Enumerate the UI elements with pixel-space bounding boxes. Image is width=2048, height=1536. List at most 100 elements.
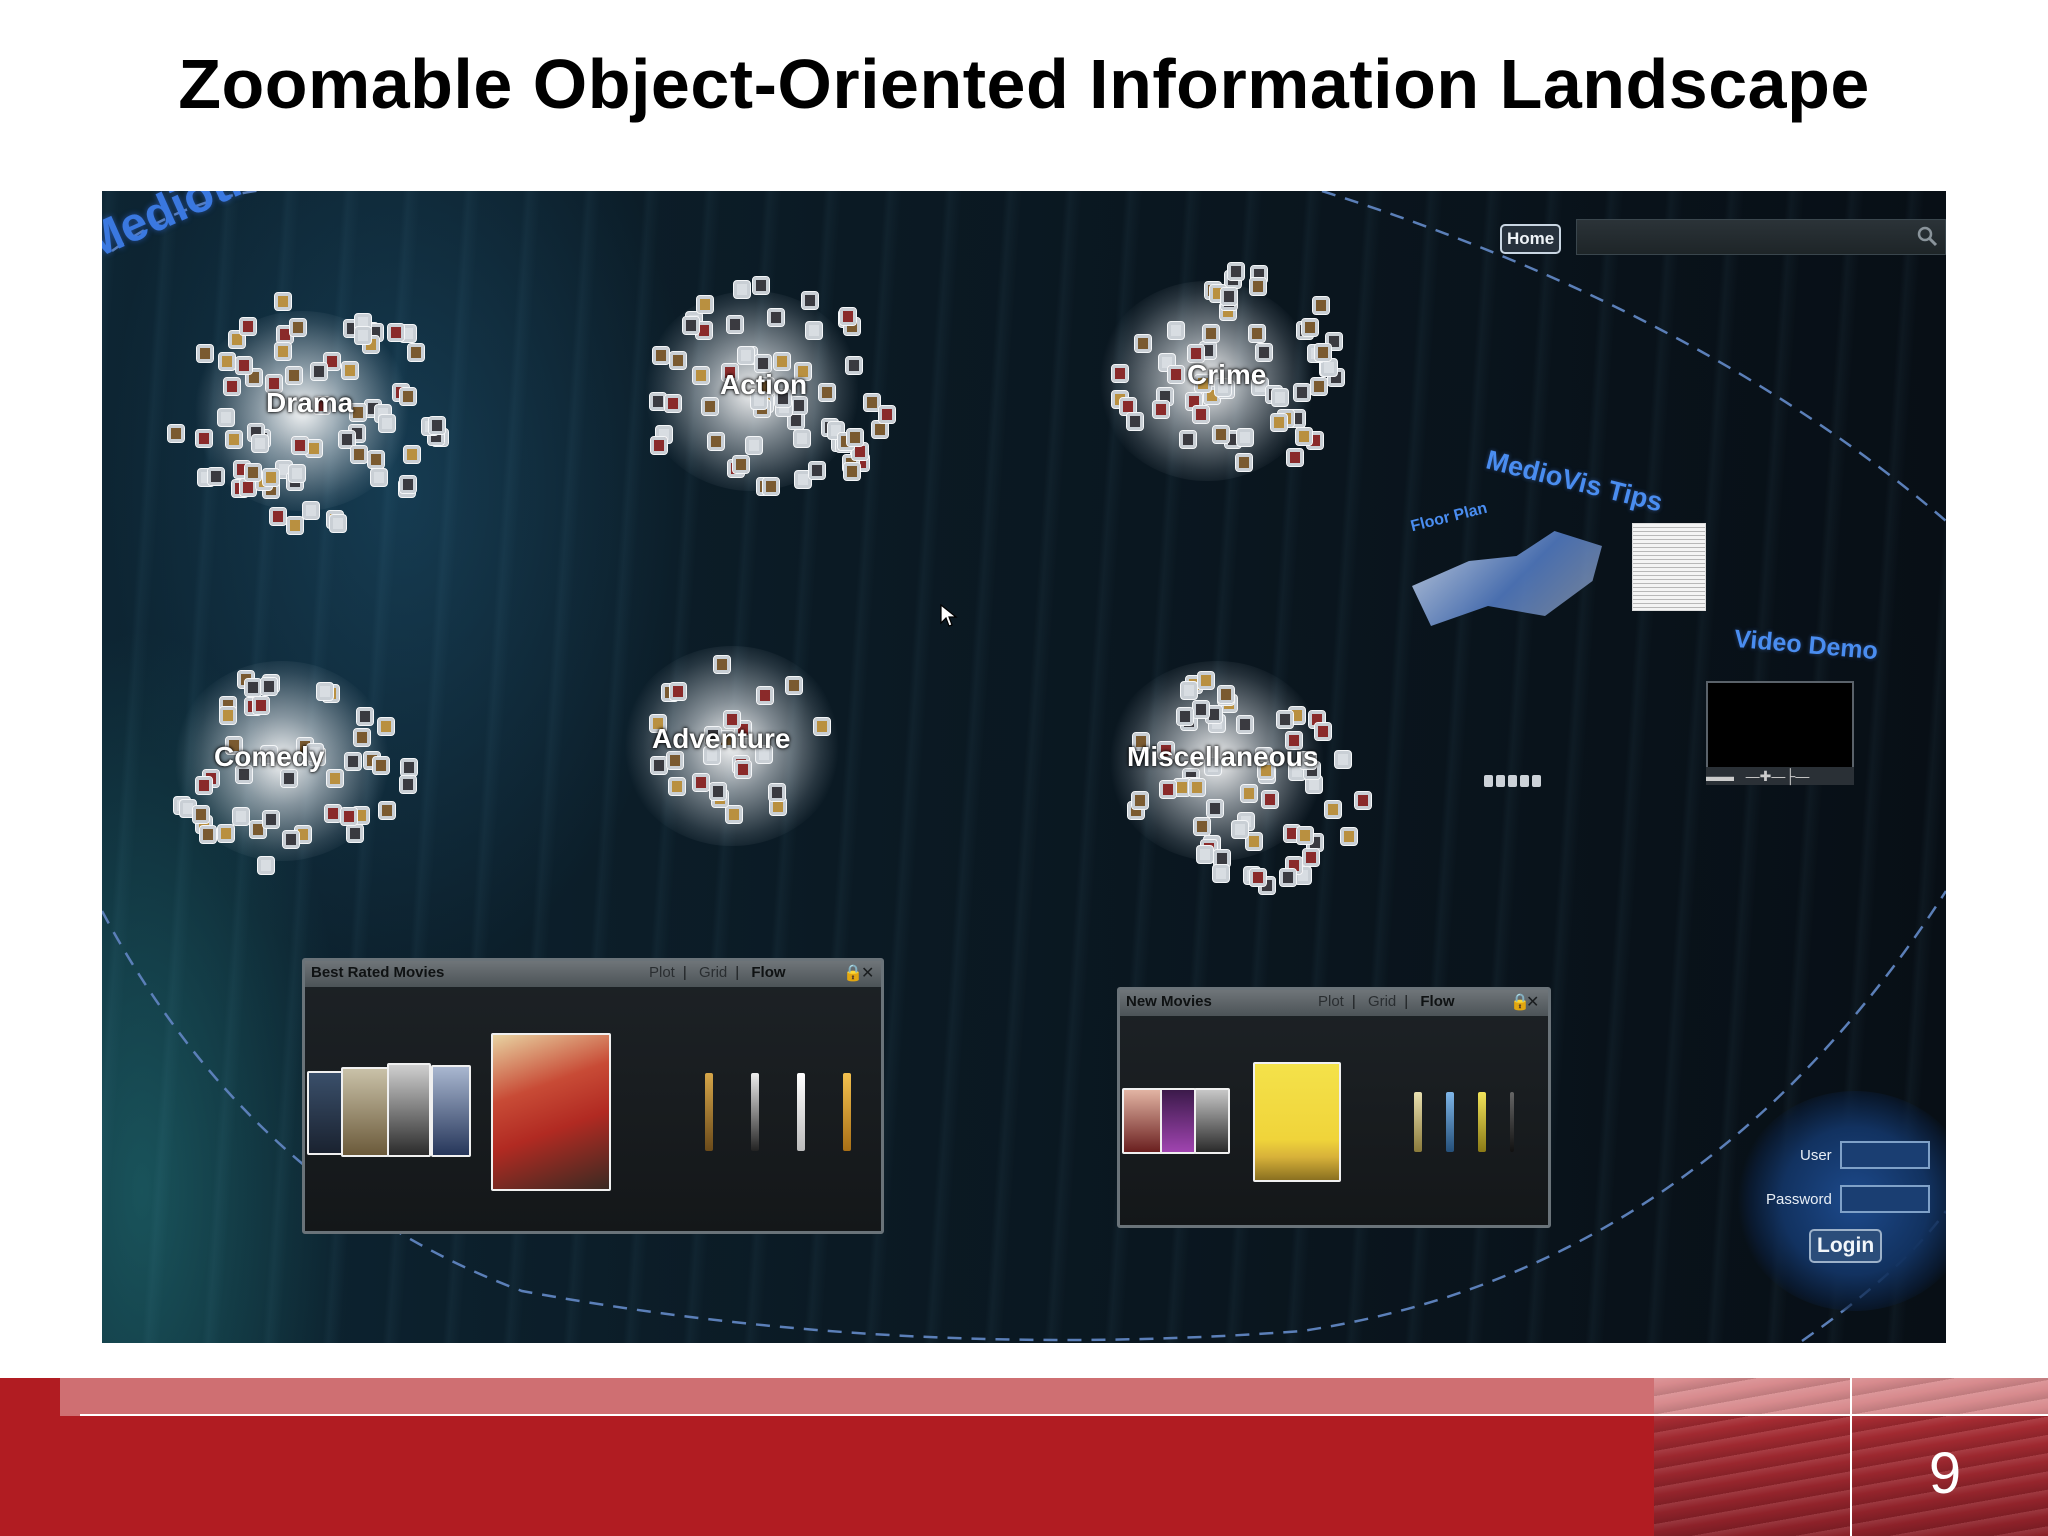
media-thumbnail[interactable] bbox=[668, 351, 687, 371]
media-thumbnail[interactable] bbox=[1220, 286, 1239, 306]
media-thumbnail[interactable] bbox=[1275, 709, 1294, 729]
media-thumbnail[interactable] bbox=[1180, 681, 1198, 701]
media-thumbnail[interactable] bbox=[696, 295, 715, 315]
view-grid[interactable]: Grid bbox=[1368, 993, 1396, 1010]
media-thumbnail[interactable] bbox=[785, 675, 804, 695]
media-thumbnail[interactable] bbox=[310, 362, 329, 382]
view-flow[interactable]: Flow bbox=[751, 964, 785, 981]
media-thumbnail[interactable] bbox=[1248, 868, 1267, 887]
home-button[interactable]: Home bbox=[1500, 224, 1562, 254]
media-thumbnail[interactable] bbox=[1192, 817, 1211, 837]
movie-cover-featured[interactable] bbox=[491, 1033, 611, 1191]
media-thumbnail[interactable] bbox=[198, 824, 217, 844]
media-thumbnail[interactable] bbox=[1235, 715, 1254, 735]
media-thumbnail[interactable] bbox=[708, 781, 727, 801]
media-thumbnail[interactable] bbox=[206, 466, 225, 486]
movie-spine[interactable] bbox=[1510, 1092, 1514, 1152]
media-thumbnail[interactable] bbox=[1202, 324, 1221, 344]
cluster-label-miscellaneous[interactable]: Miscellaneous bbox=[1127, 741, 1318, 773]
panel-header[interactable]: Best Rated Movies Plot | Grid | Flow 🔒 ✕ bbox=[305, 961, 881, 987]
media-thumbnail[interactable] bbox=[346, 824, 365, 844]
media-thumbnail[interactable] bbox=[1167, 365, 1185, 385]
media-thumbnail[interactable] bbox=[1212, 424, 1231, 444]
media-thumbnail[interactable] bbox=[217, 352, 236, 372]
media-thumbnail[interactable] bbox=[369, 467, 388, 487]
media-thumbnail[interactable] bbox=[340, 807, 359, 827]
media-thumbnail[interactable] bbox=[1159, 779, 1178, 799]
media-thumbnail[interactable] bbox=[268, 507, 287, 527]
media-thumbnail[interactable] bbox=[804, 321, 823, 341]
movie-spine[interactable] bbox=[797, 1073, 805, 1151]
media-thumbnail[interactable] bbox=[262, 468, 281, 488]
media-thumbnail[interactable] bbox=[372, 756, 391, 776]
media-thumbnail[interactable] bbox=[216, 408, 235, 428]
media-thumbnail[interactable] bbox=[667, 777, 686, 797]
media-thumbnail[interactable] bbox=[1175, 707, 1194, 727]
media-thumbnail[interactable] bbox=[167, 424, 186, 444]
media-thumbnail[interactable] bbox=[352, 728, 371, 748]
media-thumbnail[interactable] bbox=[328, 513, 347, 533]
media-thumbnail[interactable] bbox=[1249, 277, 1267, 297]
media-thumbnail[interactable] bbox=[691, 366, 710, 386]
view-flow[interactable]: Flow bbox=[1420, 993, 1454, 1010]
media-thumbnail[interactable] bbox=[195, 343, 214, 363]
media-thumbnail[interactable] bbox=[286, 515, 305, 535]
new-movies-panel[interactable]: New Movies Plot | Grid | Flow 🔒 ✕ bbox=[1117, 987, 1551, 1228]
media-thumbnail[interactable] bbox=[235, 355, 254, 375]
search-icon[interactable] bbox=[1915, 224, 1939, 248]
media-thumbnail[interactable] bbox=[406, 343, 425, 363]
media-thumbnail[interactable] bbox=[195, 775, 213, 795]
media-thumbnail[interactable] bbox=[761, 477, 780, 497]
media-thumbnail[interactable] bbox=[195, 429, 213, 449]
cluster-label-action[interactable]: Action bbox=[720, 369, 807, 401]
movie-spine[interactable] bbox=[1414, 1092, 1422, 1152]
media-thumbnail[interactable] bbox=[287, 463, 306, 483]
media-thumbnail[interactable] bbox=[731, 454, 750, 474]
media-thumbnail[interactable] bbox=[669, 681, 688, 701]
media-thumbnail[interactable] bbox=[427, 416, 446, 436]
movie-cover[interactable] bbox=[387, 1063, 431, 1157]
media-thumbnail[interactable] bbox=[343, 751, 362, 771]
media-thumbnail[interactable] bbox=[1309, 376, 1328, 396]
panel-header[interactable]: New Movies Plot | Grid | Flow 🔒 ✕ bbox=[1120, 990, 1548, 1016]
media-thumbnail[interactable] bbox=[1211, 864, 1230, 884]
media-thumbnail[interactable] bbox=[725, 805, 744, 825]
media-thumbnail[interactable] bbox=[386, 322, 405, 342]
media-thumbnail[interactable] bbox=[682, 316, 701, 336]
media-thumbnail[interactable] bbox=[1110, 363, 1129, 383]
media-thumbnail[interactable] bbox=[1314, 343, 1333, 363]
media-thumbnail[interactable] bbox=[262, 810, 281, 830]
media-thumbnail[interactable] bbox=[398, 475, 417, 495]
media-thumbnail[interactable] bbox=[323, 803, 342, 823]
media-thumbnail[interactable] bbox=[288, 317, 307, 337]
media-thumbnail[interactable] bbox=[1239, 783, 1258, 803]
media-thumbnail[interactable] bbox=[1167, 321, 1186, 341]
media-thumbnail[interactable] bbox=[1278, 867, 1297, 887]
team-photo[interactable] bbox=[1496, 775, 1505, 787]
media-thumbnail[interactable] bbox=[1178, 430, 1197, 450]
media-thumbnail[interactable] bbox=[403, 445, 422, 465]
media-thumbnail[interactable] bbox=[350, 444, 369, 464]
media-thumbnail[interactable] bbox=[1340, 827, 1359, 847]
media-thumbnail[interactable] bbox=[1191, 404, 1210, 424]
media-thumbnail[interactable] bbox=[1236, 427, 1255, 447]
media-thumbnail[interactable] bbox=[812, 716, 831, 736]
media-thumbnail[interactable] bbox=[1226, 262, 1245, 282]
movie-cover-featured[interactable] bbox=[1253, 1062, 1341, 1182]
media-thumbnail[interactable] bbox=[706, 432, 725, 452]
team-photo[interactable] bbox=[1520, 775, 1529, 787]
media-thumbnail[interactable] bbox=[756, 686, 775, 706]
media-thumbnail[interactable] bbox=[281, 830, 300, 850]
media-thumbnail[interactable] bbox=[736, 346, 755, 366]
media-thumbnail[interactable] bbox=[691, 773, 710, 793]
media-thumbnail[interactable] bbox=[1285, 447, 1304, 467]
media-thumbnail[interactable] bbox=[250, 433, 269, 453]
media-thumbnail[interactable] bbox=[732, 280, 751, 300]
view-plot[interactable]: Plot bbox=[1318, 993, 1344, 1010]
media-thumbnail[interactable] bbox=[649, 435, 668, 455]
media-thumbnail[interactable] bbox=[1333, 749, 1352, 769]
movie-spine[interactable] bbox=[1478, 1092, 1486, 1152]
movie-cover[interactable] bbox=[1160, 1088, 1196, 1154]
media-thumbnail[interactable] bbox=[1131, 790, 1150, 810]
cluster-label-drama[interactable]: Drama bbox=[266, 387, 353, 419]
